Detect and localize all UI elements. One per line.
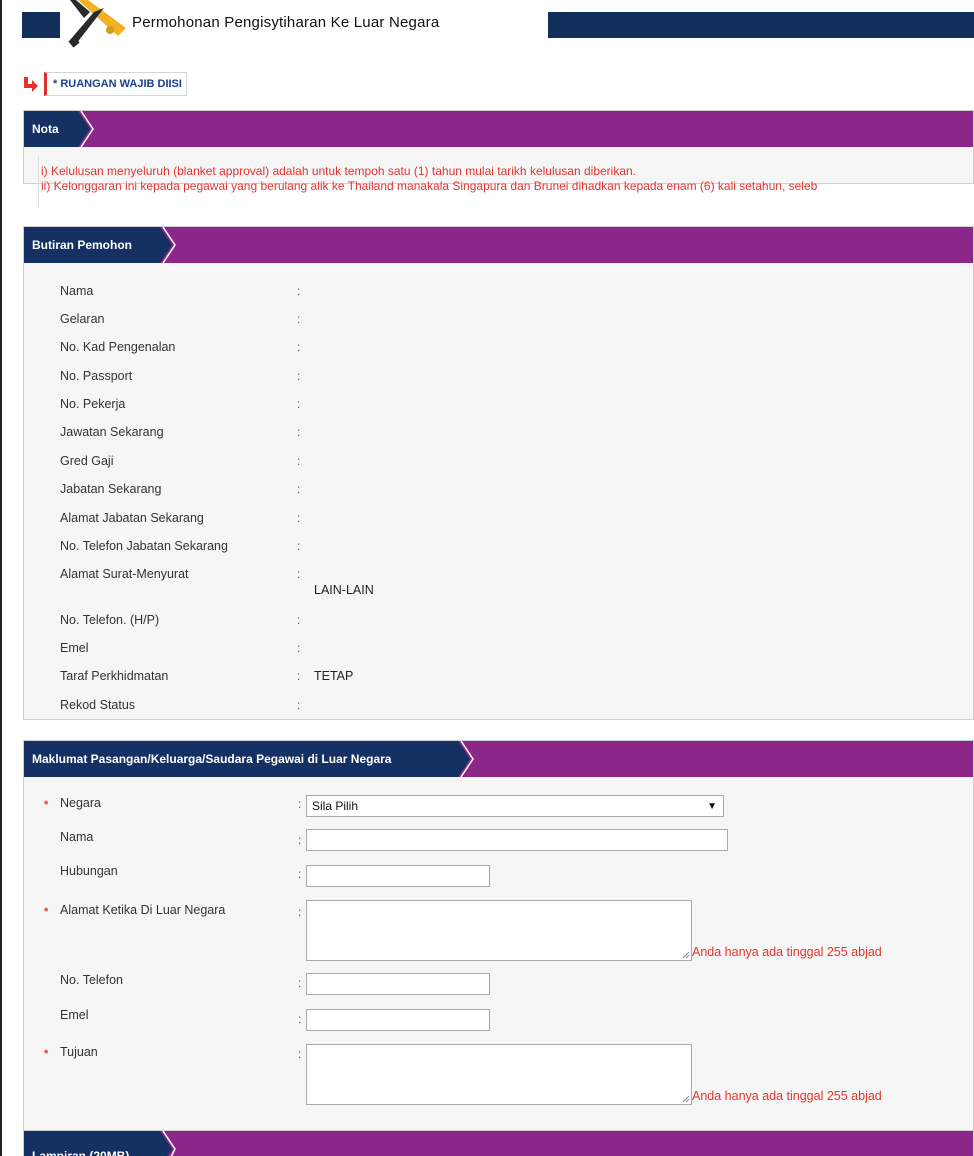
alamat-label: Alamat Ketika Di Luar Negara [60,903,226,917]
arrow-down-right-icon [24,77,38,92]
field-colon: : [297,482,301,496]
field-colon: : [297,539,301,553]
emel-input[interactable] [306,1009,490,1031]
tujuan-char-hint: Anda hanya ada tinggal 255 abjad [692,1089,882,1103]
applicant-tab: Butiran Pemohon [24,227,172,263]
field-colon: : [297,312,301,326]
required-notice: * RUANGAN WAJIB DIISI [23,72,187,96]
nota-panel-header: Nota [24,111,973,147]
field-colon: : [298,797,302,811]
field-colon: : [297,567,301,581]
applicant-field-label: Gred Gaji [60,454,114,468]
negara-label: Negara [60,796,101,810]
applicant-field-value: LAIN-LAIN [314,583,374,597]
tools-icon [68,0,126,48]
applicant-field-label: Alamat Jabatan Sekarang [60,511,204,525]
field-colon: : [297,669,301,683]
family-panel-header: Maklumat Pasangan/Keluarga/Saudara Pegaw… [24,741,973,777]
field-colon: : [297,340,301,354]
hubungan-label: Hubungan [60,864,118,878]
field-colon: : [297,425,301,439]
window-border [0,0,2,1156]
nota-panel: Nota i) Kelulusan menyeluruh (blanket ap… [23,110,974,208]
resize-grip-icon[interactable] [682,951,690,959]
field-colon: : [297,698,301,712]
required-notice-label: * RUANGAN WAJIB DIISI [44,72,187,96]
field-colon: : [297,641,301,655]
tab-chevron-icon [460,741,474,777]
applicant-field-value: TETAP [314,669,354,683]
field-colon: : [297,613,301,627]
applicant-field-label: Taraf Perkhidmatan [60,669,169,683]
field-colon: : [297,369,301,383]
nota-body: i) Kelulusan menyeluruh (blanket approva… [24,147,973,208]
negara-select[interactable]: Sila Pilih ▼ [306,795,724,817]
resize-grip-icon[interactable] [682,1095,690,1103]
tujuan-label: Tujuan [60,1045,98,1059]
header-right-bar [548,12,974,38]
field-colon: : [297,397,301,411]
applicant-field-label: Gelaran [60,312,105,326]
applicant-field-label: No. Kad Pengenalan [60,340,176,354]
field-colon: : [297,454,301,468]
alamat-textarea[interactable] [306,900,692,961]
field-colon: : [298,1047,302,1061]
applicant-field-label: No. Pekerja [60,397,126,411]
required-mark: * [44,1048,49,1060]
page-title: Permohonan Pengisytiharan Ke Luar Negara [132,14,440,31]
telefon-input[interactable] [306,973,490,995]
required-mark: * [44,906,49,918]
nama-label: Nama [60,830,94,844]
tab-chevron-icon [80,111,94,147]
page-header: Permohonan Pengisytiharan Ke Luar Negara [0,0,974,52]
applicant-panel: Butiran Pemohon [23,226,974,720]
required-mark: * [44,799,49,811]
applicant-panel-header: Butiran Pemohon [24,227,973,263]
field-colon: : [297,284,301,298]
attachment-panel: Lampiran (20MB) [23,1130,974,1156]
telefon-label: No. Telefon [60,973,124,987]
attachment-tab: Lampiran (20MB) [24,1131,172,1156]
applicant-field-label: Nama [60,284,94,298]
field-colon: : [297,511,301,525]
dropdown-arrow-icon: ▼ [707,801,717,812]
applicant-field-label: Jawatan Sekarang [60,425,164,439]
field-colon: : [298,1012,302,1026]
tujuan-textarea[interactable] [306,1044,692,1105]
nama-input[interactable] [306,829,728,851]
header-left-bar [22,12,60,38]
tab-chevron-icon [162,227,176,263]
field-colon: : [298,905,302,919]
alamat-char-hint: Anda hanya ada tinggal 255 abjad [692,945,882,959]
family-tab: Maklumat Pasangan/Keluarga/Saudara Pegaw… [24,741,470,777]
attachment-panel-header: Lampiran (20MB) [24,1131,973,1156]
field-colon: : [298,833,302,847]
field-colon: : [298,976,302,990]
emel-label: Emel [60,1008,89,1022]
applicant-field-label: No. Telefon Jabatan Sekarang [60,539,228,553]
applicant-field-label: No. Telefon. (H/P) [60,613,160,627]
negara-select-value: Sila Pilih [312,799,359,813]
nota-line-1: i) Kelulusan menyeluruh (blanket approva… [41,164,637,178]
tab-chevron-icon [162,1131,176,1156]
nota-line-2: ii) Kelonggaran ini kepada pegawai yang … [41,179,818,193]
applicant-field-label: No. Passport [60,369,133,383]
applicant-field-label: Rekod Status [60,698,136,712]
applicant-field-label: Emel [60,641,89,655]
field-colon: : [298,867,302,881]
hubungan-input[interactable] [306,865,490,887]
applicant-field-label: Jabatan Sekarang [60,482,162,496]
applicant-field-label: Alamat Surat-Menyurat [60,567,189,581]
